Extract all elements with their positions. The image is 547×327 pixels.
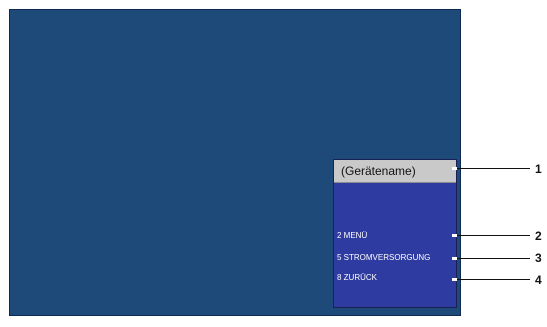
menu-item-back[interactable]: 8 ZURÜCK bbox=[337, 273, 377, 283]
onscreen-menu-panel: (Gerätename) 2 MENÜ 5 STROMVERSORGUNG 8 … bbox=[333, 159, 457, 308]
menu-item-power[interactable]: 5 STROMVERSORGUNG bbox=[337, 253, 430, 263]
device-name-header: (Gerätename) bbox=[334, 160, 456, 183]
callout-number-4: 4 bbox=[535, 273, 542, 287]
menu-item-menu[interactable]: 2 MENÜ bbox=[337, 231, 367, 241]
callout-line-2 bbox=[457, 235, 530, 236]
callout-number-1: 1 bbox=[535, 162, 542, 176]
callout-number-3: 3 bbox=[535, 251, 542, 265]
callout-line-3 bbox=[457, 258, 530, 259]
callout-line-1 bbox=[457, 168, 530, 169]
callout-number-2: 2 bbox=[535, 229, 542, 243]
callout-line-4 bbox=[457, 279, 530, 280]
